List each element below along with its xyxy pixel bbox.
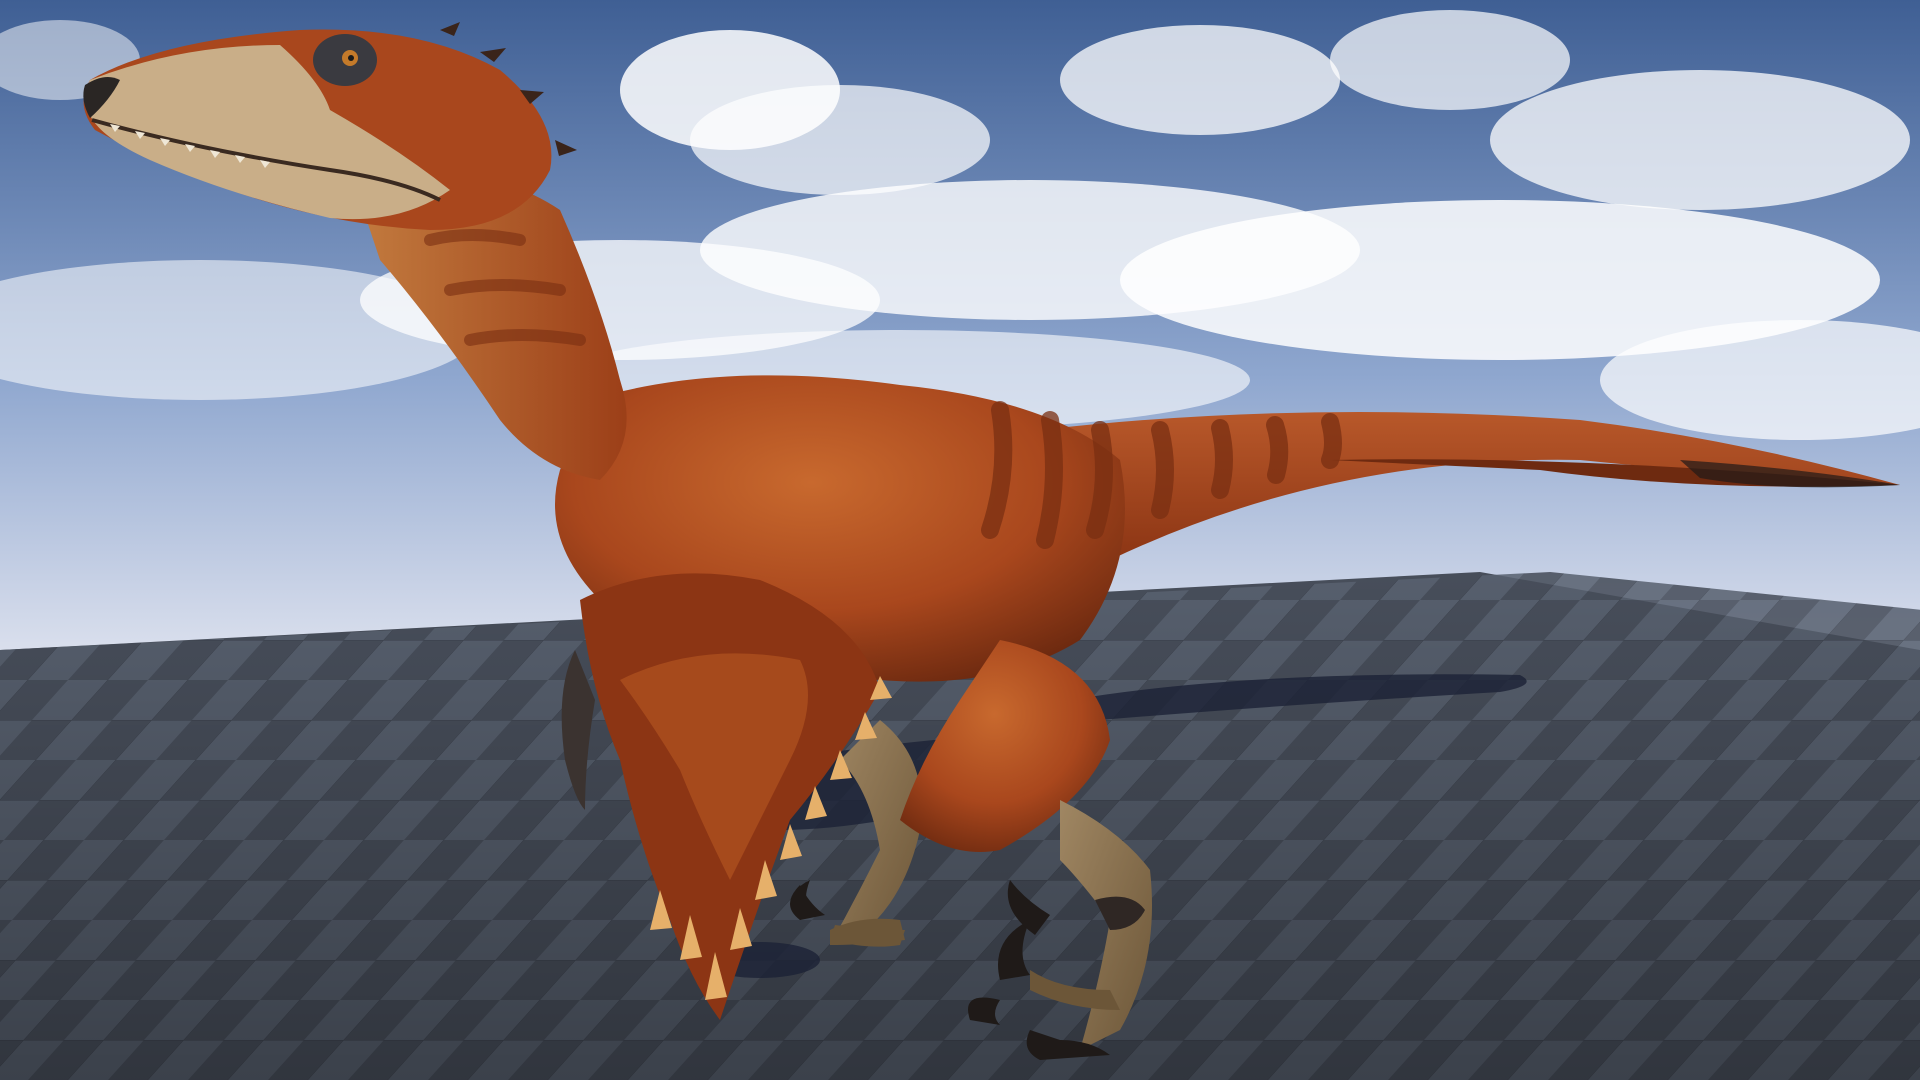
render-viewport <box>0 0 1920 1080</box>
scene-canvas <box>0 0 1920 1080</box>
